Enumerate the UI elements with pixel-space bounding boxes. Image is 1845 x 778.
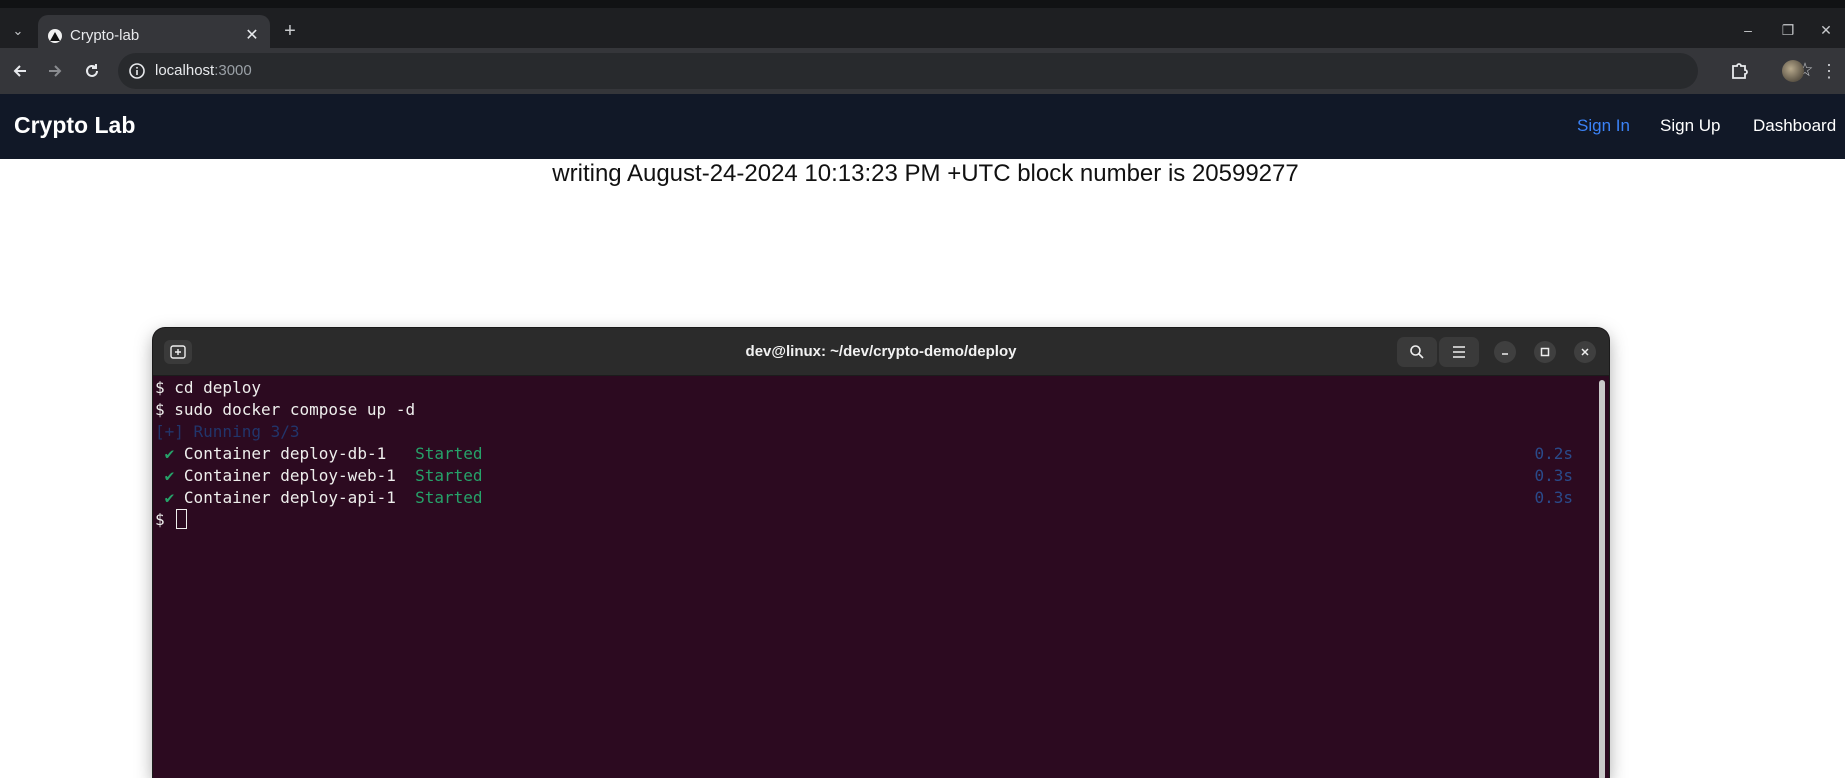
terminal-title: dev@linux: ~/dev/crypto-demo/deploy: [745, 343, 1017, 360]
terminal-window[interactable]: dev@linux: ~/dev/crypto-demo/deploy $ cd…: [153, 328, 1609, 778]
container-time: 0.3s: [1534, 466, 1573, 485]
terminal-maximize-icon[interactable]: [1534, 341, 1556, 363]
browser-menu-icon[interactable]: ⋮: [1820, 60, 1838, 82]
terminal-line: [+] Running 3/3: [155, 422, 300, 441]
close-tab-icon[interactable]: ✕: [242, 25, 262, 45]
check-icon: ✔: [164, 488, 175, 507]
container-status: Started: [415, 488, 483, 507]
terminal-prompt-line[interactable]: $: [155, 509, 188, 531]
container-name: Container deploy-api-1: [183, 488, 406, 507]
profile-avatar[interactable]: [1782, 60, 1804, 82]
check-icon: ✔: [164, 444, 175, 463]
prompt: $: [155, 510, 175, 529]
new-tab-button[interactable]: +: [280, 21, 300, 42]
terminal-titlebar[interactable]: dev@linux: ~/dev/crypto-demo/deploy: [153, 328, 1609, 376]
container-status: Started: [415, 444, 483, 463]
container-time: 0.3s: [1534, 488, 1573, 507]
terminal-search-icon[interactable]: [1397, 337, 1437, 367]
url-port: :3000: [214, 62, 252, 79]
terminal-line: $ sudo docker compose up -d: [155, 400, 416, 419]
terminal-close-icon[interactable]: [1574, 341, 1596, 363]
site-info-icon[interactable]: [128, 62, 146, 80]
forward-icon[interactable]: [43, 59, 67, 83]
reload-icon[interactable]: [80, 59, 104, 83]
terminal-scrollbar[interactable]: [1599, 380, 1605, 778]
brand-logo-text[interactable]: Crypto Lab: [14, 112, 135, 139]
nav-sign-in-link[interactable]: Sign In: [1577, 116, 1630, 136]
window-top-strip: [0, 0, 1845, 8]
block-status-text: writing August-24-2024 10:13:23 PM +UTC …: [552, 160, 1299, 187]
container-status: Started: [415, 466, 483, 485]
container-time: 0.2s: [1534, 444, 1573, 463]
terminal-line: $ cd deploy: [155, 378, 261, 397]
minimize-window-icon[interactable]: –: [1736, 22, 1760, 42]
restore-window-icon[interactable]: ❐: [1776, 22, 1800, 42]
container-name: Container deploy-db-1: [183, 444, 406, 463]
close-window-icon[interactable]: ✕: [1814, 22, 1838, 42]
tab-search-chevron-icon[interactable]: ⌄: [6, 19, 30, 43]
terminal-output[interactable]: $ cd deploy $ sudo docker compose up -d …: [153, 377, 1595, 777]
nav-sign-up-link[interactable]: Sign Up: [1660, 116, 1720, 136]
browser-toolbar: localhost:3000 ☆ ⋮: [0, 48, 1845, 94]
container-name: Container deploy-web-1: [183, 466, 406, 485]
app-navbar: Crypto Lab Sign In Sign Up Dashboard: [0, 94, 1845, 159]
extensions-puzzle-icon[interactable]: [1729, 59, 1753, 83]
terminal-cursor: [176, 509, 188, 529]
url-text[interactable]: localhost:3000: [155, 62, 252, 79]
nav-dashboard-link[interactable]: Dashboard: [1753, 116, 1836, 136]
container-status-row: ✔ Container deploy-web-1 Started: [155, 465, 483, 487]
terminal-minimize-icon[interactable]: [1494, 341, 1516, 363]
url-host: localhost: [155, 62, 215, 79]
tab-title: Crypto-lab: [70, 27, 140, 44]
container-status-row: ✔ Container deploy-db-1 Started: [155, 443, 483, 465]
favicon-icon: [48, 29, 62, 43]
check-icon: ✔: [164, 466, 175, 485]
address-bar[interactable]: localhost:3000 ☆: [118, 53, 1814, 89]
terminal-menu-icon[interactable]: [1439, 337, 1479, 367]
container-status-row: ✔ Container deploy-api-1 Started: [155, 487, 483, 509]
back-icon[interactable]: [8, 59, 32, 83]
